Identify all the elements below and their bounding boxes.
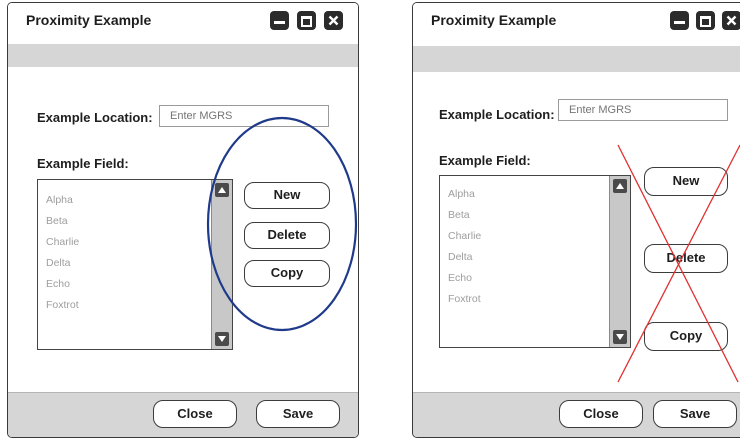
new-button[interactable]: New bbox=[644, 167, 728, 196]
scroll-down-button[interactable] bbox=[215, 332, 229, 346]
example-listbox[interactable]: Alpha Beta Charlie Delta Echo Foxtrot bbox=[37, 179, 233, 350]
toolbar-band bbox=[8, 44, 358, 67]
minimize-button[interactable] bbox=[270, 11, 289, 30]
delete-button[interactable]: Delete bbox=[644, 244, 728, 273]
delete-button[interactable]: Delete bbox=[244, 222, 330, 249]
maximize-button[interactable] bbox=[297, 11, 316, 30]
list-item[interactable]: Delta bbox=[46, 257, 71, 269]
button-bar: Close Save bbox=[413, 392, 740, 437]
window-title: Proximity Example bbox=[26, 12, 152, 28]
list-item[interactable]: Foxtrot bbox=[448, 293, 481, 305]
maximize-button[interactable] bbox=[696, 11, 715, 30]
close-button[interactable]: Close bbox=[559, 400, 643, 428]
title-bar[interactable]: Proximity Example bbox=[413, 3, 740, 37]
list-item[interactable]: Foxtrot bbox=[46, 299, 79, 311]
list-item[interactable]: Charlie bbox=[448, 230, 481, 242]
close-icon bbox=[328, 15, 339, 26]
vertical-scrollbar[interactable] bbox=[211, 180, 232, 349]
scroll-up-arrow-icon bbox=[616, 183, 624, 189]
example-listbox[interactable]: Alpha Beta Charlie Delta Echo Foxtrot bbox=[439, 175, 631, 348]
scroll-up-arrow-icon bbox=[218, 187, 226, 193]
close-icon bbox=[726, 15, 737, 26]
list-item[interactable]: Alpha bbox=[46, 194, 73, 206]
scroll-down-arrow-icon bbox=[218, 336, 226, 342]
copy-button[interactable]: Copy bbox=[244, 260, 330, 287]
scroll-down-arrow-icon bbox=[616, 334, 624, 340]
field-label: Example Field: bbox=[439, 153, 531, 168]
scroll-down-button[interactable] bbox=[613, 330, 627, 344]
field-label: Example Field: bbox=[37, 156, 129, 171]
minimize-icon bbox=[674, 21, 685, 24]
save-button[interactable]: Save bbox=[256, 400, 340, 428]
list-item[interactable]: Echo bbox=[46, 278, 70, 290]
list-item[interactable]: Charlie bbox=[46, 236, 79, 248]
list-item[interactable]: Delta bbox=[448, 251, 473, 263]
save-button[interactable]: Save bbox=[653, 400, 737, 428]
scroll-up-button[interactable] bbox=[215, 183, 229, 197]
list-item[interactable]: Beta bbox=[448, 209, 470, 221]
list-item[interactable]: Beta bbox=[46, 215, 68, 227]
location-label: Example Location: bbox=[37, 110, 153, 125]
list-item[interactable]: Echo bbox=[448, 272, 472, 284]
minimize-icon bbox=[274, 21, 285, 24]
dialog-window-right: Proximity Example Example Location: Exam… bbox=[412, 2, 740, 438]
window-title: Proximity Example bbox=[431, 12, 557, 28]
toolbar-band bbox=[413, 46, 740, 72]
maximize-icon bbox=[700, 16, 711, 27]
dialog-window-left: Proximity Example Example Location: Exam… bbox=[7, 2, 359, 438]
list-item[interactable]: Alpha bbox=[448, 188, 475, 200]
vertical-scrollbar[interactable] bbox=[609, 176, 630, 347]
minimize-button[interactable] bbox=[670, 11, 689, 30]
maximize-icon bbox=[301, 16, 312, 27]
scroll-up-button[interactable] bbox=[613, 179, 627, 193]
close-button[interactable]: Close bbox=[153, 400, 237, 428]
location-label: Example Location: bbox=[439, 107, 555, 122]
close-window-button[interactable] bbox=[722, 11, 740, 30]
title-bar[interactable]: Proximity Example bbox=[8, 3, 358, 37]
button-bar: Close Save bbox=[8, 392, 358, 437]
copy-button[interactable]: Copy bbox=[644, 322, 728, 351]
close-window-button[interactable] bbox=[324, 11, 343, 30]
location-input[interactable] bbox=[159, 105, 329, 127]
location-input[interactable] bbox=[558, 99, 728, 121]
new-button[interactable]: New bbox=[244, 182, 330, 209]
